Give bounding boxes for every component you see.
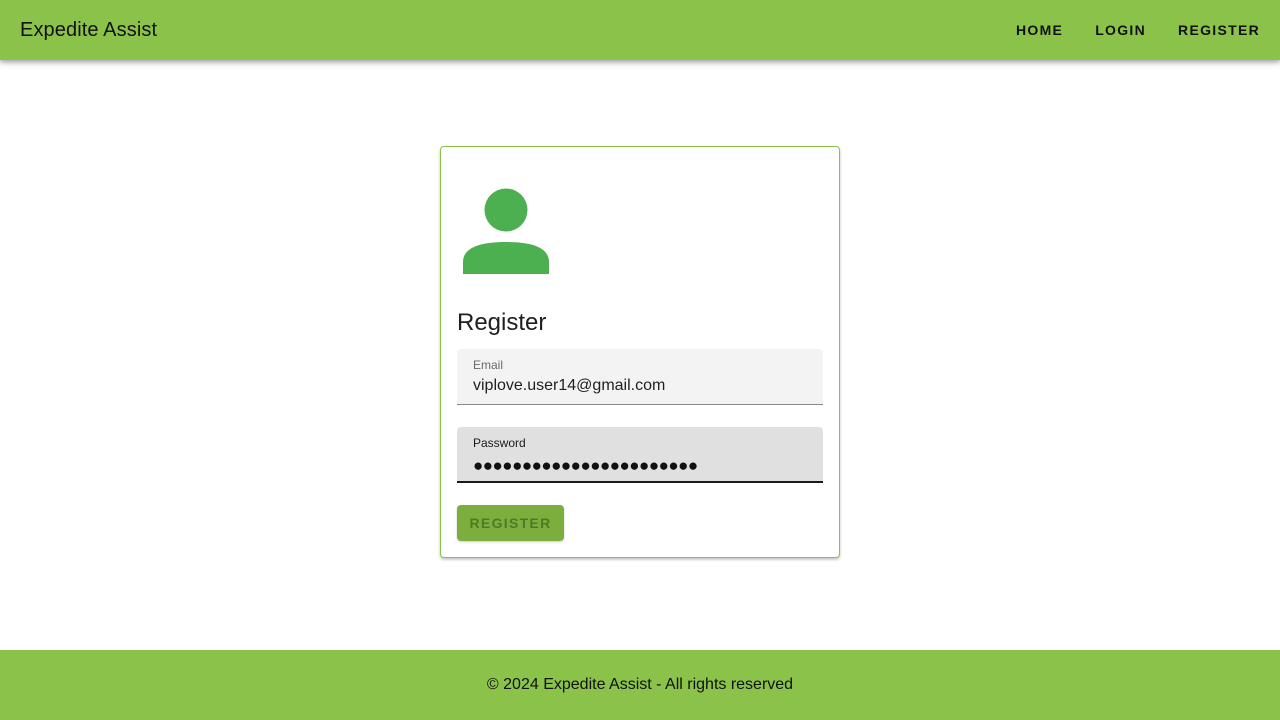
footer: © 2024 Expedite Assist - All rights rese…: [0, 650, 1280, 720]
password-field[interactable]: Password ●●●●●●●●●●●●●●●●●●●●●●●: [457, 427, 823, 483]
email-input[interactable]: [473, 377, 803, 395]
password-input[interactable]: ●●●●●●●●●●●●●●●●●●●●●●●: [473, 456, 698, 476]
register-card: Register Email Password ●●●●●●●●●●●●●●●●…: [440, 146, 840, 558]
top-nav: HOME LOGIN REGISTER: [1000, 14, 1260, 46]
app-bar: Expedite Assist HOME LOGIN REGISTER: [0, 0, 1280, 60]
nav-login-button[interactable]: LOGIN: [1079, 14, 1162, 46]
email-label: Email: [473, 358, 504, 372]
nav-register-button[interactable]: REGISTER: [1162, 14, 1260, 46]
person-icon: [463, 188, 549, 274]
form-title: Register: [457, 309, 547, 336]
nav-home-button[interactable]: HOME: [1000, 14, 1079, 46]
email-field[interactable]: Email: [457, 349, 823, 405]
password-label: Password: [473, 436, 526, 450]
register-button[interactable]: REGISTER: [457, 505, 564, 541]
footer-copyright: © 2024 Expedite Assist - All rights rese…: [486, 676, 794, 693]
app-title: Expedite Assist: [20, 18, 158, 41]
